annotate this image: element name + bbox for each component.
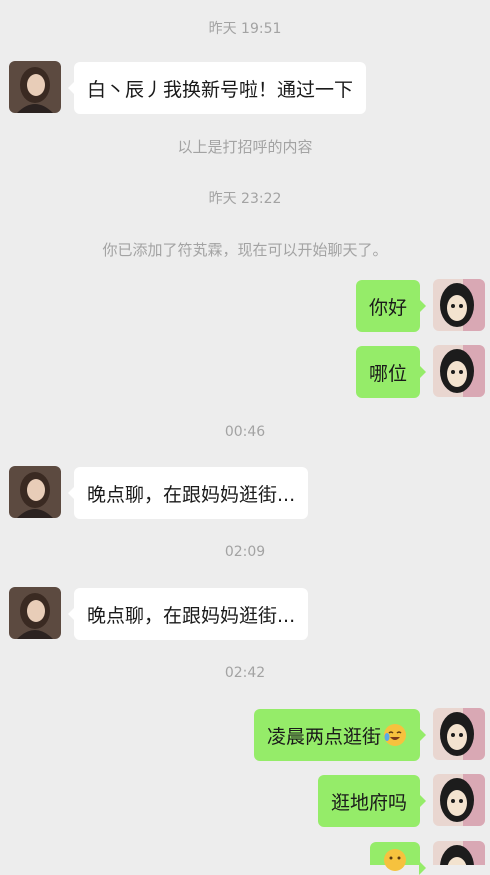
system-notice: 以上是打招呼的内容	[177, 138, 313, 156]
timestamp: 昨天 23:22	[208, 191, 282, 207]
user-avatar[interactable]	[433, 841, 485, 865]
message-bubble-outgoing[interactable]: 凌晨两点逛街	[253, 709, 427, 761]
timestamp: 00:46	[224, 424, 266, 440]
message-bubble-outgoing[interactable]: 你好	[355, 280, 427, 332]
contact-avatar[interactable]	[9, 466, 61, 518]
laughing-crying-emoji-icon	[384, 724, 406, 746]
timestamp: 昨天 19:51	[208, 21, 282, 37]
timestamp: 02:09	[224, 544, 266, 560]
timestamp: 02:42	[224, 665, 266, 681]
user-avatar[interactable]	[433, 345, 485, 397]
message-text: 凌晨两点逛街	[266, 725, 381, 748]
user-avatar[interactable]	[433, 708, 485, 760]
contact-avatar[interactable]	[9, 587, 61, 639]
chat-area: 昨天 19:51 白丶辰丿我换新号啦！通过一下 以上是打招呼的内容 昨天 23:…	[0, 0, 490, 875]
message-bubble-incoming[interactable]: 白丶辰丿我换新号啦！通过一下	[67, 62, 367, 114]
message-bubble-outgoing[interactable]	[370, 842, 426, 875]
message-bubble-outgoing[interactable]: 逛地府吗	[317, 775, 427, 827]
message-bubble-incoming[interactable]: 晚点聊，在跟妈妈逛街...	[67, 467, 309, 519]
user-avatar[interactable]	[433, 774, 485, 826]
message-bubble-incoming[interactable]: 晚点聊，在跟妈妈逛街...	[67, 588, 309, 640]
message-bubble-outgoing[interactable]: 哪位	[355, 346, 427, 398]
contact-avatar[interactable]	[9, 61, 61, 113]
user-avatar[interactable]	[433, 279, 485, 331]
system-notice: 你已添加了符芄霖，现在可以开始聊天了。	[102, 241, 388, 259]
face-emoji-icon	[384, 849, 406, 871]
